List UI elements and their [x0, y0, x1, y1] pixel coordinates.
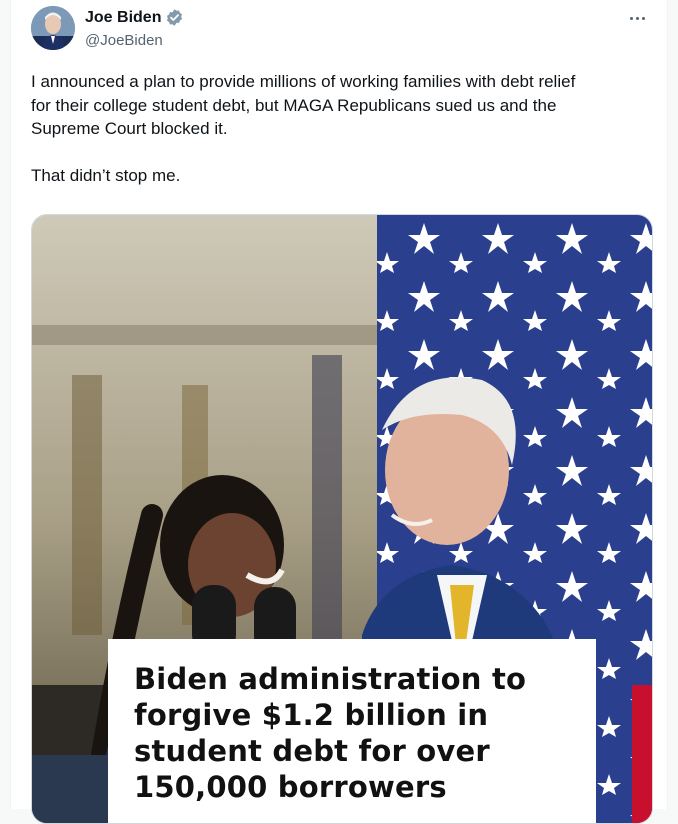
- dot: [635, 16, 639, 20]
- dot: [629, 16, 633, 20]
- dot: [641, 16, 645, 20]
- verified-badge-icon: [165, 8, 184, 27]
- tweet-card: Joe Biden @JoeBiden I announced a plan t…: [10, 0, 668, 824]
- avatar[interactable]: [31, 6, 75, 50]
- tweet-media-image[interactable]: Biden administration to forgive $1.2 bil…: [31, 214, 653, 824]
- author-handle[interactable]: @JoeBiden: [85, 32, 163, 49]
- headline-text: Biden administration to forgive $1.2 bil…: [134, 662, 527, 804]
- author-row: Joe Biden: [85, 8, 184, 27]
- headline-card: Biden administration to forgive $1.2 bil…: [108, 639, 596, 823]
- display-name[interactable]: Joe Biden: [85, 9, 161, 27]
- more-options-icon[interactable]: [623, 6, 651, 30]
- tweet-text: I announced a plan to provide millions o…: [31, 72, 576, 185]
